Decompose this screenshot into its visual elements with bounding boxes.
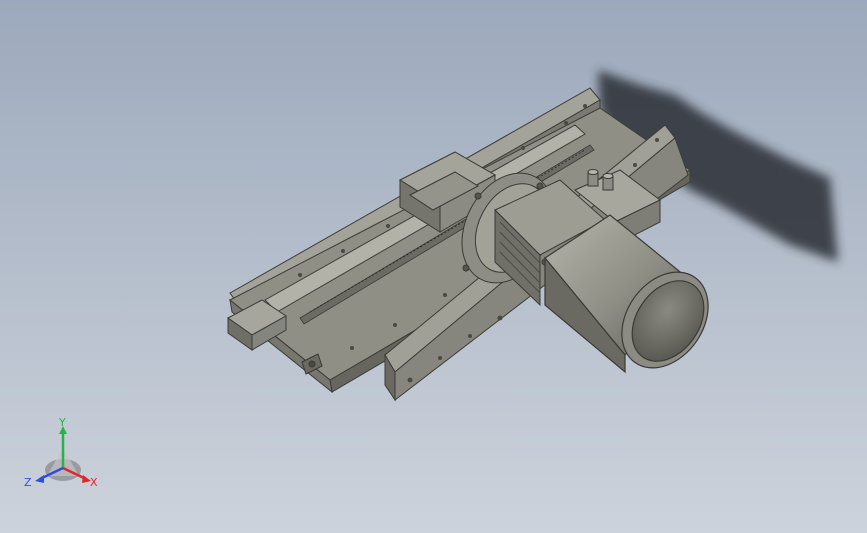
z-axis-arrow bbox=[35, 475, 44, 483]
view-triad[interactable]: Y X Z bbox=[22, 418, 104, 494]
z-axis-label: Z bbox=[24, 476, 32, 489]
model-render[interactable] bbox=[0, 0, 867, 533]
motor-body bbox=[544, 214, 709, 374]
x-axis-label: X bbox=[90, 476, 98, 489]
y-axis-label: Y bbox=[58, 418, 66, 429]
cad-viewport[interactable]: Y X Z bbox=[0, 0, 867, 533]
